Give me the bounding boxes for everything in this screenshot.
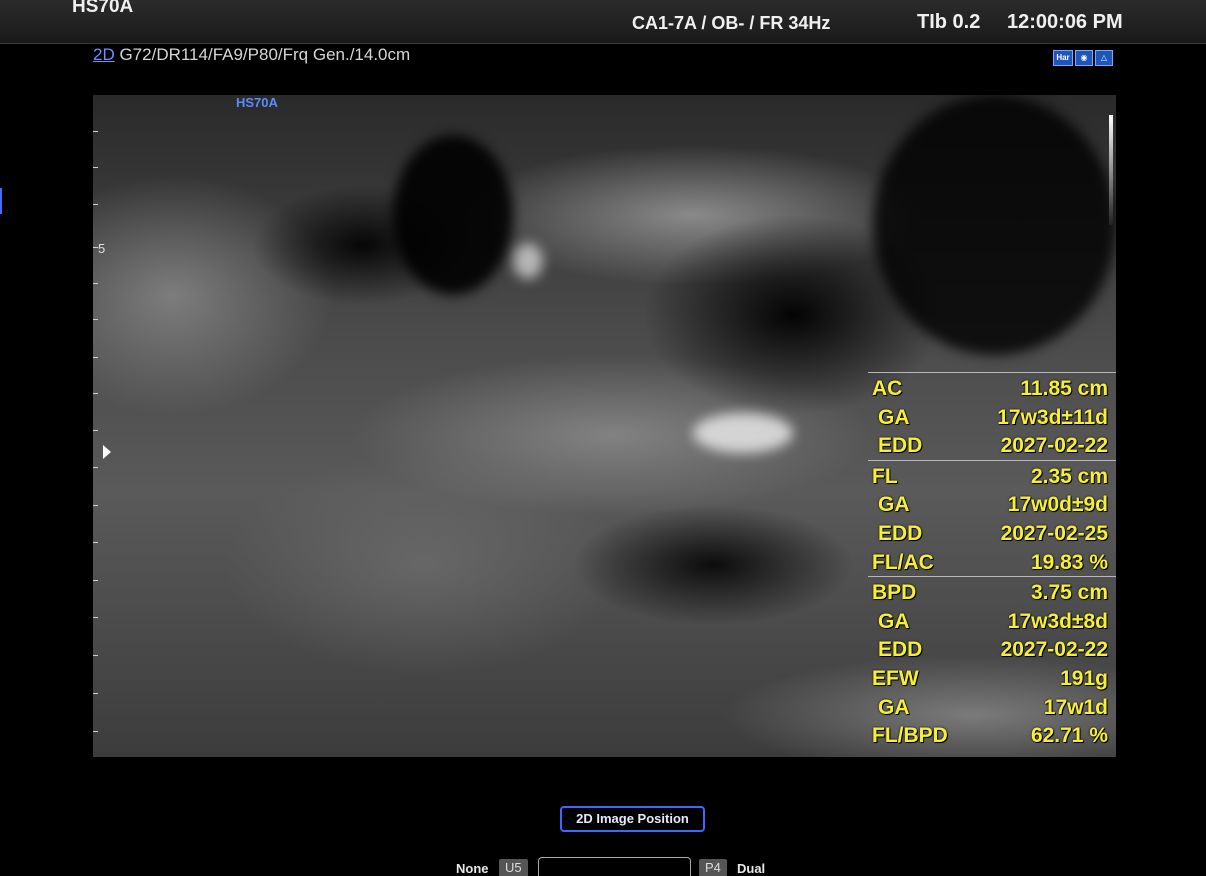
measurement-group: BPD 3.75 cm GA 17w3d±8d EDD 2027-02-22 EFW 191g… <box>868 576 1116 750</box>
image-position-button[interactable]: 2D Image Position <box>560 806 705 832</box>
measurement-row: GA 17w0d±9d <box>868 490 1116 519</box>
measurement-value: 2027-02-25 <box>1000 521 1108 545</box>
status-icon-group: Har ◉ △ <box>1053 50 1113 66</box>
depth-label: 5 <box>98 241 106 256</box>
left-option-label: None <box>456 861 489 876</box>
measurement-value: 62.71 % <box>1030 724 1108 748</box>
measurement-label: GA <box>878 609 910 633</box>
measurement-value: 3.75 cm <box>1030 581 1108 605</box>
measurement-row: EDD 2027-02-25 <box>868 519 1116 548</box>
focus-marker-icon[interactable] <box>103 445 111 459</box>
measurement-value: 11.85 cm <box>1020 377 1108 400</box>
image-dark-region <box>393 135 513 295</box>
clock-time: 12:00:06 PM <box>1007 11 1123 33</box>
imaging-parameters: 2D G72/DR114/FA9/P80/Frq Gen./14.0cm <box>93 45 410 65</box>
measurement-row: FL/AC 19.83 % <box>868 548 1116 577</box>
measurement-label: EDD <box>878 434 923 458</box>
measurement-label: EFW <box>872 666 919 690</box>
measurement-label: GA <box>878 405 910 429</box>
measurement-label: FL <box>872 464 898 488</box>
u5-key-badge[interactable]: U5 <box>499 859 528 876</box>
dual-option-label: Dual <box>737 861 766 876</box>
measurement-row: EDD 2027-02-22 <box>868 431 1116 460</box>
measurement-label: FL/AC <box>872 550 934 574</box>
image-bright-echo <box>513 243 543 279</box>
measurement-row: FL 2.35 cm <box>868 462 1116 491</box>
depth-scale <box>93 95 99 757</box>
probe-info: CA1-7A / OB- / FR 34Hz <box>632 13 831 33</box>
measurement-label: EDD <box>878 521 923 545</box>
measurement-value: 17w1d <box>1043 695 1108 719</box>
measurement-value: 17w0d±9d <box>1007 493 1108 517</box>
grayscale-bar <box>1109 115 1113 225</box>
measurement-row: EDD 2027-02-22 <box>868 635 1116 664</box>
left-edge-marker <box>0 188 2 214</box>
center-control-box[interactable] <box>538 857 691 876</box>
measurement-value: 19.83 % <box>1030 550 1108 574</box>
device-model: HS70A <box>72 0 134 17</box>
measurement-value: 2027-02-22 <box>1000 638 1108 662</box>
measurement-value: 17w3d±8d <box>1007 609 1108 633</box>
measurement-row: FL/BPD 62.71 % <box>868 721 1116 750</box>
tib-index: TIb 0.2 <box>917 11 981 33</box>
measurement-group: FL 2.35 cm GA 17w0d±9d EDD 2027-02-25 FL/AC 19.… <box>868 459 1116 577</box>
measurement-row: GA 17w3d±8d <box>868 607 1116 636</box>
measurement-label: FL/BPD <box>872 724 948 748</box>
measurement-label: BPD <box>872 581 917 605</box>
measurement-label: GA <box>878 493 910 517</box>
measurement-value: 2.35 cm <box>1030 464 1108 488</box>
measurement-label: AC <box>872 377 903 400</box>
measurement-row: AC 11.85 cm <box>868 374 1116 403</box>
measurement-value: 17w3d±11d <box>997 405 1108 429</box>
measurement-label: GA <box>878 695 910 719</box>
measurement-panel: AC 11.85 cm GA 17w3d±11d EDD 2027-02-22 FL 2.35… <box>868 372 1116 750</box>
measurement-group: AC 11.85 cm GA 17w3d±11d EDD 2027-02-22 <box>868 372 1116 460</box>
p4-key-badge[interactable]: P4 <box>699 859 727 876</box>
har-icon: Har <box>1053 50 1073 66</box>
measurement-value: 191g <box>1060 666 1108 690</box>
top-status-bar: HS70A CA1-7A / OB- / FR 34Hz TIb 0.2 12:… <box>0 0 1206 44</box>
measurement-row: GA 17w3d±11d <box>868 403 1116 432</box>
image-bright-echo <box>693 413 793 453</box>
image-dark-region <box>873 95 1116 355</box>
measurement-row: GA 17w1d <box>868 693 1116 722</box>
measurement-row: EFW 191g <box>868 664 1116 693</box>
measurement-row: BPD 3.75 cm <box>868 578 1116 607</box>
measurement-label: EDD <box>878 638 923 662</box>
parameter-settings: G72/DR114/FA9/P80/Frq Gen./14.0cm <box>114 45 411 64</box>
mode-2d-link[interactable]: 2D <box>93 45 115 64</box>
fetus-icon: ◉ <box>1075 50 1093 66</box>
image-watermark: HS70A <box>236 95 278 110</box>
measurement-value: 2027-02-22 <box>1000 434 1108 458</box>
people-icon: △ <box>1095 50 1113 66</box>
